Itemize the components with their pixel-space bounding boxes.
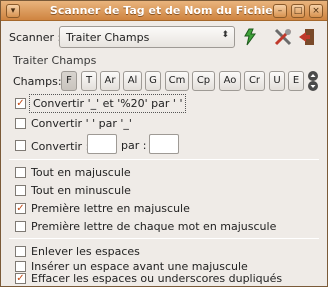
option-first-each-upper[interactable]: Première lettre de chaque mot en majuscu… [15,219,315,235]
window-menu-button[interactable]: ▾ [6,4,20,18]
checkbox-remove-dup[interactable]: ✓ [15,273,26,284]
divider [9,238,319,239]
checkbox-remove-spaces[interactable] [15,246,26,257]
option-convert-space[interactable]: Convertir ' ' par '_' [15,116,315,132]
convert-to-field[interactable] [149,134,179,154]
checkbox-first-upper[interactable]: ✓ [15,203,26,214]
scanner-mode-select[interactable]: Traiter Champs ⬍ [59,26,235,48]
option-first-upper[interactable]: ✓ Première lettre en majuscule [15,201,315,217]
scanner-window: Scanner de Tag et de Nom du Fichier ▾ – … [0,0,328,287]
checkbox-all-upper[interactable] [15,167,26,178]
option-remove-spaces[interactable]: Enlever les espaces [15,244,315,260]
par-label: par : [121,139,147,152]
option-all-upper[interactable]: Tout en majuscule [15,165,315,181]
divider [9,159,319,160]
checkbox-convert-custom[interactable] [15,140,26,151]
scanner-label: Scanner : [9,31,62,44]
option-label: Tout en minuscule [31,184,131,197]
exit-icon[interactable] [297,27,317,47]
tag-button-f[interactable]: F [61,71,77,91]
tag-button-cm[interactable]: Cm [165,71,189,91]
maximize-button[interactable]: □ [291,4,305,18]
option-remove-dup[interactable]: ✓ Effacer les espaces ou underscores dup… [15,271,325,287]
frame-title: Traiter Champs [13,54,97,67]
scroll-tags-icon[interactable] [307,70,319,92]
scanner-mode-value: Traiter Champs [66,31,150,44]
option-label: Enlever les espaces [31,245,140,258]
checkbox-first-each-upper[interactable] [15,221,26,232]
tag-button-al[interactable]: Al [123,71,142,91]
title-bar: Scanner de Tag et de Nom du Fichier ▾ – … [1,1,327,21]
tag-button-ao[interactable]: Ao [219,71,241,91]
option-label: Convertir ' ' par '_' [31,117,132,130]
tag-button-ar[interactable]: Ar [100,71,120,91]
convert-from-field[interactable] [87,134,117,154]
checkbox-convert-underscore[interactable]: ✓ [15,98,26,109]
tag-button-t[interactable]: T [81,71,97,91]
scan-icon[interactable] [241,27,261,47]
option-label: Première lettre de chaque mot en majuscu… [31,220,277,233]
option-label: Convertir : [31,140,90,153]
option-label: Première lettre en majuscule [31,202,190,215]
champs-label: Champs: [13,75,62,88]
tag-button-e[interactable]: E [288,71,304,91]
preferences-tools-icon[interactable] [273,27,293,47]
close-button[interactable]: × [309,4,323,18]
tag-button-cp[interactable]: Cp [192,71,215,91]
checkbox-convert-space[interactable] [15,118,26,129]
option-all-lower[interactable]: Tout en minuscule [15,183,315,199]
tag-button-g[interactable]: G [145,71,161,91]
option-convert-underscore[interactable]: ✓ Convertir '_' et '%20' par ' ' [15,94,315,113]
option-label: Convertir '_' et '%20' par ' ' [28,94,187,113]
minimize-button[interactable]: – [273,4,287,18]
updown-arrows-icon: ⬍ [221,30,229,40]
tag-button-u[interactable]: U [269,71,285,91]
checkbox-all-lower[interactable] [15,185,26,196]
option-label: Effacer les espaces ou underscores dupli… [31,272,283,285]
option-label: Tout en majuscule [31,166,131,179]
tag-button-cr[interactable]: Cr [244,71,265,91]
